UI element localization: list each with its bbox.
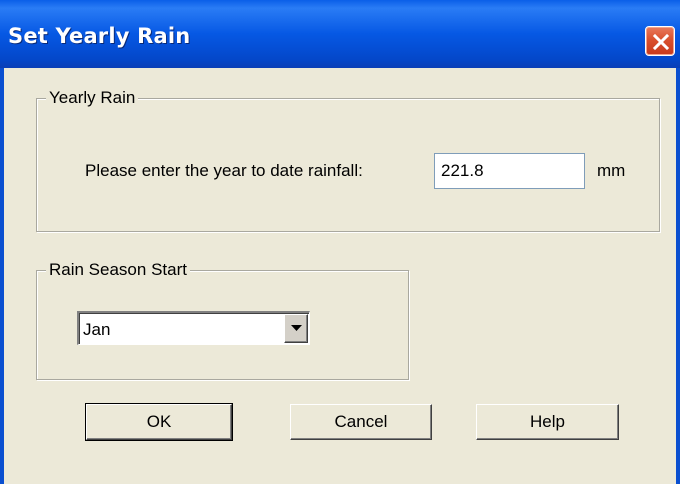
rain-season-select[interactable]: Jan [77, 311, 310, 345]
dialog-window: Set Yearly Rain Yearly Rain Please enter… [0, 0, 680, 484]
ok-button[interactable]: OK [85, 403, 233, 441]
close-icon [652, 33, 670, 51]
close-button[interactable] [645, 26, 675, 56]
yearly-rain-group-label: Yearly Rain [46, 88, 139, 108]
chevron-down-icon [291, 325, 302, 331]
window-title: Set Yearly Rain [8, 24, 191, 48]
window-border-right [676, 68, 680, 484]
rainfall-unit-label: mm [597, 161, 626, 180]
rainfall-prompt-label: Please enter the year to date rainfall: [85, 161, 363, 180]
rain-season-group-label: Rain Season Start [46, 260, 190, 280]
title-bar[interactable]: Set Yearly Rain [0, 0, 680, 68]
dropdown-button[interactable] [284, 314, 308, 343]
help-button[interactable]: Help [476, 404, 619, 440]
cancel-button[interactable]: Cancel [290, 404, 432, 440]
rain-season-selected-value: Jan [83, 320, 111, 339]
window-border-left [0, 68, 4, 484]
rainfall-input[interactable]: 221.8 [434, 153, 585, 189]
